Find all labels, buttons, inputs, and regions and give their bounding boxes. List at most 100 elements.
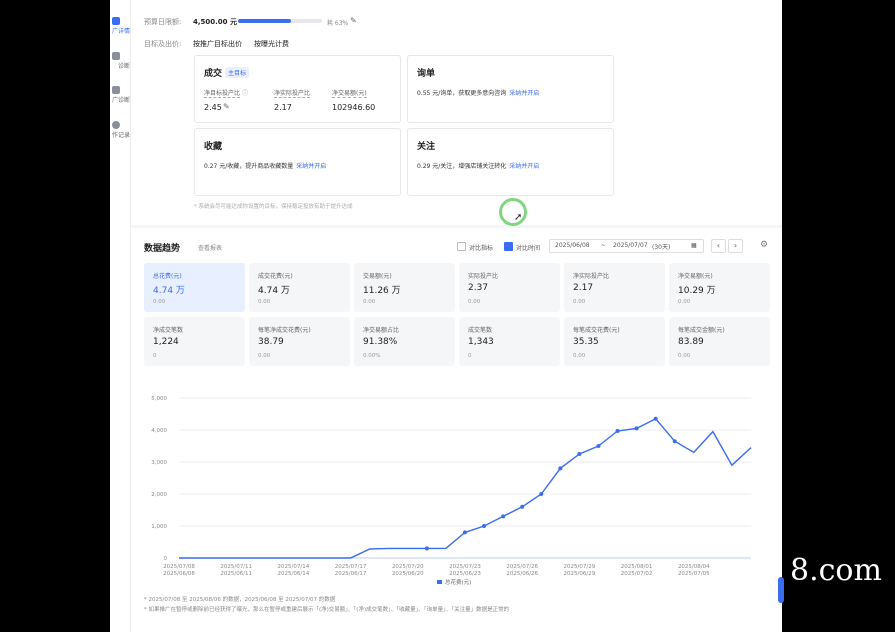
compare-time-checkbox[interactable]: [504, 242, 513, 251]
x-tick-label-compare: 2025/06/14: [278, 571, 310, 577]
date-range-picker[interactable]: 2025/06/08 ~ 2025/07/07 (30天) ▦: [549, 239, 704, 253]
goal-card-deal: 成交 主目标 净目标投产比 ⓘ 2.45 ✎ 净实际投产比 2.17 净交易额(…: [194, 55, 401, 123]
goal-desc: 0.29 元/关注，增强店铺关注转化 采纳并开启: [417, 161, 539, 170]
sidebar-item-label: 作记录: [111, 132, 130, 139]
goal-title: 询单: [417, 69, 436, 79]
kpi-change: 0.00: [363, 299, 376, 305]
kpi-change: 0: [468, 353, 472, 359]
adopt-link[interactable]: 采纳并开启: [509, 90, 539, 97]
data-point: [539, 492, 544, 496]
detail-icon: [112, 17, 120, 25]
kpi-change: 0.00%: [363, 353, 381, 359]
x-tick-label: 2025/07/23: [449, 564, 481, 570]
target-label: 目标及出价:: [144, 40, 182, 48]
x-tick-label-compare: 2025/06/17: [335, 571, 367, 577]
sidebar-item-label: 广详情: [111, 28, 130, 35]
x-tick-label: 2025/07/08: [163, 564, 195, 570]
kpi-card[interactable]: 净交易额(元) 10.29 万 0.00: [669, 263, 770, 312]
plan-settings-card: 预算日限额: 4,500.00 元 耗 63% ✎ 目标及出价: 按推广目标出价…: [131, 0, 782, 225]
x-tick-label-compare: 2025/06/08: [163, 571, 195, 577]
x-tick-label: 2025/07/20: [392, 564, 424, 570]
kpi-card[interactable]: 总花费(元) 4.74 万 0.00: [144, 263, 245, 312]
kpi-label: 实际投产比: [468, 273, 499, 280]
goal-desc-text: 0.27 元/收藏，提升商品收藏数量: [204, 163, 294, 170]
x-tick-label: 2025/07/29: [564, 564, 596, 570]
sidebar-item-ad-diagnose[interactable]: 广诊断: [110, 86, 130, 104]
x-tick-label-compare: 2025/06/20: [392, 571, 424, 577]
sidebar-item-diagnose[interactable]: 诊断: [110, 52, 130, 70]
sidebar-item-log[interactable]: 作记录: [110, 121, 130, 139]
kpi-value: 91.38%: [363, 337, 398, 347]
main-content: 预算日限额: 4,500.00 元 耗 63% ✎ 目标及出价: 按推广目标出价…: [131, 0, 782, 632]
prev-button[interactable]: ‹: [711, 239, 726, 253]
x-tick-label-compare: 2025/07/05: [678, 571, 710, 577]
goal-card-favorite: 收藏 0.27 元/收藏，提升商品收藏数量 采纳并开启: [194, 128, 401, 196]
y-tick-label: 1,000: [151, 524, 167, 530]
x-tick-label-compare: 2025/07/02: [621, 571, 653, 577]
compare-time-label: 对比时间: [516, 245, 541, 252]
budget-label: 预算日限额:: [144, 18, 182, 26]
y-tick-label: 2,000: [151, 492, 167, 498]
metric-value: 2.17: [274, 103, 292, 112]
kpi-label: 成交花费(元): [258, 273, 293, 280]
data-point: [463, 530, 467, 535]
next-button[interactable]: ›: [728, 239, 743, 253]
data-point: [424, 546, 429, 551]
adopt-link[interactable]: 采纳并开启: [296, 163, 326, 170]
kpi-value: 4.74 万: [258, 286, 290, 296]
sidebar-item-label: 广诊断: [111, 97, 130, 104]
adopt-link[interactable]: 采纳并开启: [509, 163, 539, 170]
footnote-2: * 如果推广在暂停或删除前已经获得了曝光，那么在暂停或重建后展示「(净)交易额」…: [144, 607, 510, 613]
kpi-card[interactable]: 净成交笔数 1,224 0: [144, 317, 245, 366]
goal-desc: 0.55 元/询单，获取更多意向咨询 采纳并开启: [417, 88, 539, 97]
data-point: [558, 466, 563, 471]
legend-swatch: [437, 580, 442, 584]
kpi-card[interactable]: 每笔成交花费(元) 35.35 0.00: [564, 317, 665, 366]
kpi-value: 38.79: [258, 337, 284, 347]
kpi-card[interactable]: 成交花费(元) 4.74 万 0.00: [249, 263, 350, 312]
kpi-change: 0.00: [678, 299, 691, 305]
goal-title: 成交: [204, 69, 223, 79]
y-tick-label: 0: [164, 556, 168, 562]
info-icon[interactable]: ⓘ: [242, 88, 248, 97]
kpi-value: 83.89: [678, 337, 704, 347]
target-option-exposure[interactable]: 按曝光计费: [254, 39, 289, 49]
y-tick-label: 5,000: [151, 396, 167, 402]
x-tick-label: 2025/07/26: [506, 564, 538, 570]
budget-value: 4,500.00 元: [193, 18, 237, 26]
edit-icon[interactable]: ✎: [223, 102, 230, 111]
kpi-change: 0: [153, 353, 157, 359]
budget-usage-fill: [238, 19, 291, 23]
kpi-card[interactable]: 实际投产比 2.37 0.00: [459, 263, 560, 312]
target-option-goal[interactable]: 按推广目标出价: [193, 39, 242, 49]
edit-icon[interactable]: ✎: [350, 16, 357, 25]
x-tick-label: 2025/08/01: [621, 564, 653, 570]
side-float-tab[interactable]: [778, 577, 784, 603]
mouse-cursor-icon: ➚: [514, 212, 523, 223]
kpi-card[interactable]: 净实际投产比 2.17 0.00: [564, 263, 665, 312]
goal-title: 收藏: [204, 142, 223, 152]
kpi-value: 4.74 万: [153, 286, 185, 296]
footnote-1: * 2025/07/08 至 2025/08/06 的数据，2025/06/08…: [144, 597, 336, 603]
settings-gear-icon[interactable]: ⚙: [760, 240, 768, 250]
kpi-card[interactable]: 成交笔数 1,343 0: [459, 317, 560, 366]
data-point: [501, 514, 506, 519]
date-start: 2025/06/08: [555, 242, 590, 249]
y-tick-label: 3,000: [151, 460, 167, 466]
kpi-value: 2.37: [468, 283, 489, 293]
kpi-card[interactable]: 每笔净成交花费(元) 38.79 0.00: [249, 317, 350, 366]
goal-desc: 0.27 元/收藏，提升商品收藏数量 采纳并开启: [204, 161, 326, 170]
kpi-card[interactable]: 交易额(元) 11.26 万 0.00: [354, 263, 455, 312]
kpi-card[interactable]: 每笔成交金额(元) 83.89 0.00: [669, 317, 770, 366]
compare-metric-checkbox[interactable]: [457, 242, 466, 251]
goal-card-inquiry: 询单 0.55 元/询单，获取更多意向咨询 采纳并开启: [407, 55, 614, 123]
legend-label: 总花费(元): [445, 578, 471, 586]
series-line-current: [179, 417, 752, 559]
metric-value: 102946.60: [332, 103, 376, 112]
kpi-card[interactable]: 净交易额占比 91.38% 0.00%: [354, 317, 455, 366]
sidebar-item-detail[interactable]: 广详情: [110, 17, 130, 35]
kpi-change: 0.00: [678, 353, 691, 359]
kpi-value: 11.26 万: [363, 286, 401, 296]
kpi-label: 净成交笔数: [153, 327, 184, 334]
view-report-link[interactable]: 查看报表: [198, 243, 222, 252]
